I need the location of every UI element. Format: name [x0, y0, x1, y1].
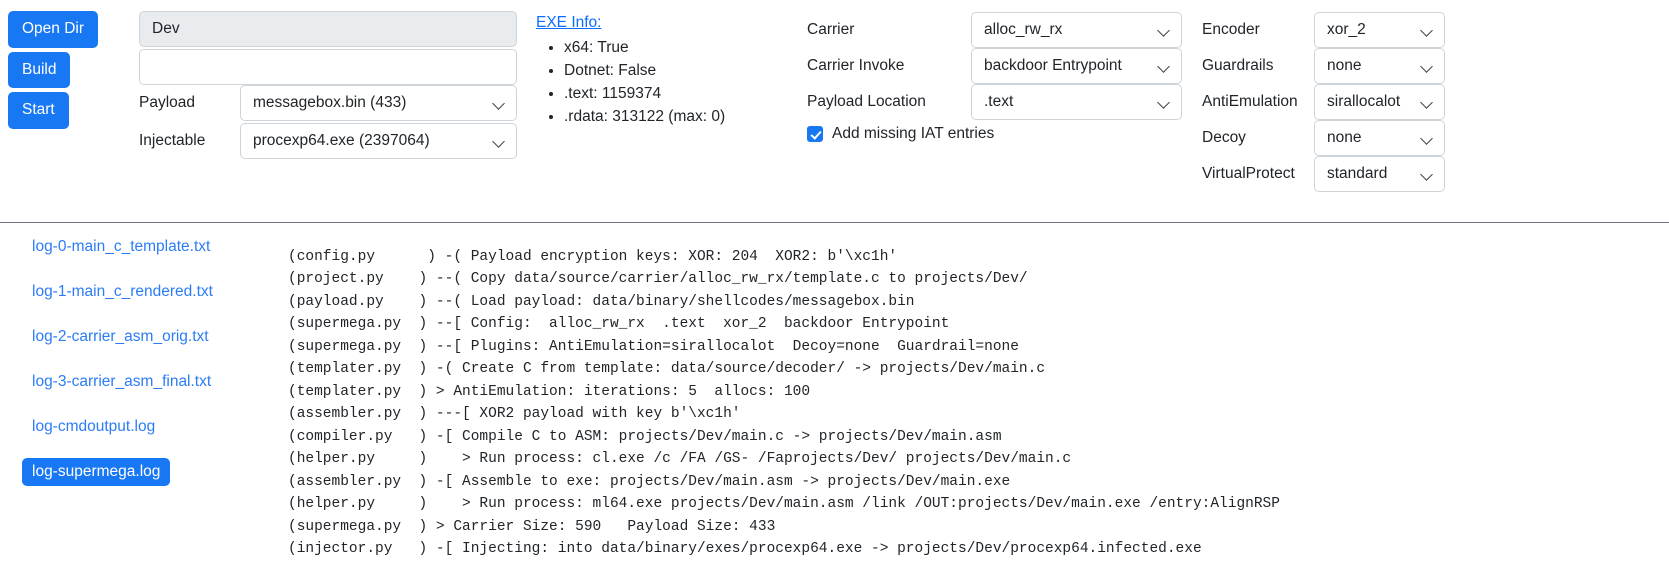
carrier-invoke-label: Carrier Invoke	[807, 57, 905, 74]
virtualprotect-select[interactable]: standard	[1314, 156, 1445, 192]
payload-row: Payload messagebox.bin (433)	[139, 85, 517, 121]
antiemulation-select-value: sirallocalot	[1327, 93, 1401, 110]
log-link-supermega[interactable]: log-supermega.log	[22, 458, 171, 486]
decoy-select-value: none	[1327, 129, 1362, 146]
exe-info-block: EXE Info: x64: True Dotnet: False .text:…	[536, 14, 786, 128]
virtualprotect-row: VirtualProtect standard	[1202, 156, 1445, 192]
log-output-text: (config.py ) -( Payload encryption keys:…	[288, 248, 1280, 558]
log-link-main-c-template[interactable]: log-0-main_c_template.txt	[22, 233, 220, 261]
decoy-row: Decoy none	[1202, 120, 1445, 156]
log-link-cmdoutput[interactable]: log-cmdoutput.log	[22, 413, 165, 441]
carrier-settings: Carrier alloc_rw_rx Carrier Invoke backd…	[807, 12, 1182, 143]
exe-info-list: x64: True Dotnet: False .text: 1159374 .…	[536, 36, 786, 128]
antiemulation-row: AntiEmulation sirallocalot	[1202, 84, 1445, 120]
exe-info-item-x64: x64: True	[564, 36, 786, 59]
payload-location-select[interactable]: .text	[971, 84, 1182, 120]
build-button[interactable]: Build	[8, 51, 71, 88]
log-link-carrier-asm-orig[interactable]: log-2-carrier_asm_orig.txt	[22, 323, 219, 351]
injectable-select[interactable]: procexp64.exe (2397064)	[240, 123, 517, 159]
open-dir-button[interactable]: Open Dir	[8, 11, 99, 48]
payload-selectors: Payload messagebox.bin (433) Injectable …	[139, 85, 517, 159]
log-panel: log-0-main_c_template.txt log-1-main_c_r…	[0, 223, 1669, 579]
add-missing-iat-label[interactable]: Add missing IAT entries	[832, 125, 994, 143]
carrier-select-value: alloc_rw_rx	[984, 21, 1063, 38]
log-link-main-c-rendered[interactable]: log-1-main_c_rendered.txt	[22, 278, 223, 306]
log-link-carrier-asm-final[interactable]: log-3-carrier_asm_final.txt	[22, 368, 221, 396]
decoy-select[interactable]: none	[1314, 120, 1445, 156]
payload-location-label: Payload Location	[807, 93, 926, 110]
injectable-select-value: procexp64.exe (2397064)	[253, 132, 430, 149]
action-button-group: Open Dir Build Start	[8, 11, 99, 129]
log-file-list: log-0-main_c_template.txt log-1-main_c_r…	[22, 233, 262, 486]
carrier-invoke-select[interactable]: backdoor Entrypoint	[971, 48, 1182, 84]
add-missing-iat-row: Add missing IAT entries	[807, 125, 1182, 143]
plugin-settings: Encoder xor_2 Guardrails none AntiEmulat…	[1202, 12, 1445, 192]
encoder-select[interactable]: xor_2	[1314, 12, 1445, 48]
antiemulation-select[interactable]: sirallocalot	[1314, 84, 1445, 120]
encoder-row: Encoder xor_2	[1202, 12, 1445, 48]
carrier-select[interactable]: alloc_rw_rx	[971, 12, 1182, 48]
exe-info-item-dotnet: Dotnet: False	[564, 59, 786, 82]
payload-location-row: Payload Location .text	[807, 84, 1182, 120]
carrier-label: Carrier	[807, 21, 855, 38]
encoder-select-value: xor_2	[1327, 21, 1366, 38]
project-comment-input[interactable]	[139, 49, 517, 85]
payload-label: Payload	[139, 94, 196, 111]
encoder-label: Encoder	[1202, 21, 1260, 38]
carrier-invoke-select-value: backdoor Entrypoint	[984, 57, 1122, 74]
payload-location-select-value: .text	[984, 93, 1014, 110]
payload-select-value: messagebox.bin (433)	[253, 94, 407, 111]
guardrails-select[interactable]: none	[1314, 48, 1445, 84]
virtualprotect-label: VirtualProtect	[1202, 165, 1295, 182]
guardrails-row: Guardrails none	[1202, 48, 1445, 84]
carrier-row: Carrier alloc_rw_rx	[807, 12, 1182, 48]
antiemulation-label: AntiEmulation	[1202, 93, 1298, 110]
virtualprotect-select-value: standard	[1327, 165, 1388, 182]
carrier-invoke-row: Carrier Invoke backdoor Entrypoint	[807, 48, 1182, 84]
injectable-row: Injectable procexp64.exe (2397064)	[139, 123, 517, 159]
guardrails-label: Guardrails	[1202, 57, 1274, 74]
configuration-panel: Open Dir Build Start Dev Payload message…	[0, 0, 1669, 223]
exe-info-title-link[interactable]: EXE Info:	[536, 14, 601, 32]
add-missing-iat-checkbox[interactable]	[807, 126, 823, 142]
project-name-input[interactable]: Dev	[139, 11, 517, 47]
decoy-label: Decoy	[1202, 129, 1246, 146]
injectable-label: Injectable	[139, 132, 206, 149]
start-button[interactable]: Start	[8, 92, 69, 129]
exe-info-item-rdata: .rdata: 313122 (max: 0)	[564, 105, 786, 128]
exe-info-item-text: .text: 1159374	[564, 82, 786, 105]
project-fields: Dev	[139, 11, 517, 85]
guardrails-select-value: none	[1327, 57, 1362, 74]
payload-select[interactable]: messagebox.bin (433)	[240, 85, 517, 121]
